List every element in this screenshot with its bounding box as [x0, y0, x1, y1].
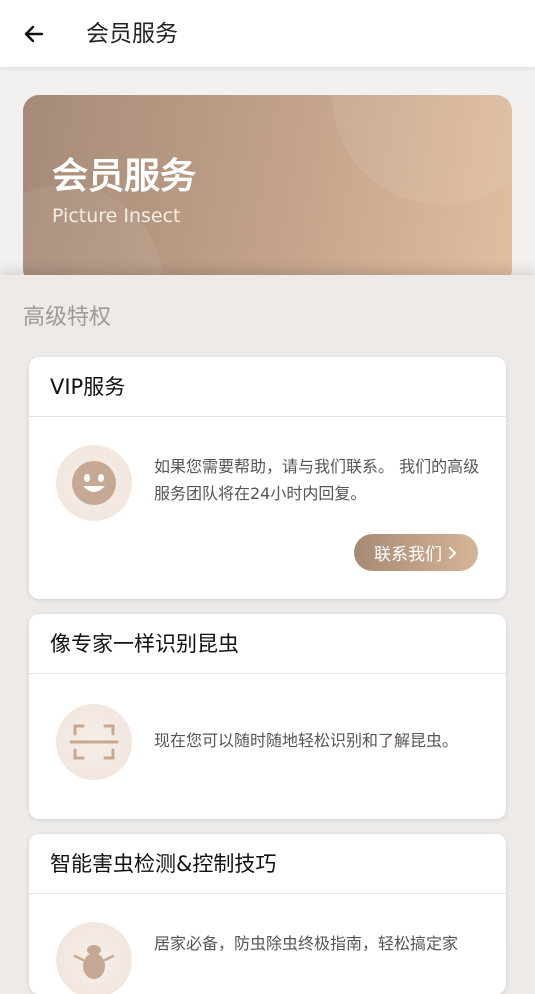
back-button[interactable] [18, 18, 50, 50]
privileges-sheet[interactable]: 高级特权 VIP服务 如果您需要帮助，请与我们联系。 我们的高级服务团队将在24… [0, 275, 535, 994]
scan-icon-badge [56, 704, 132, 780]
page-title: 会员服务 [86, 21, 178, 47]
vip-service-card: VIP服务 如果您需要帮助，请与我们联系。 我们的高级服务团队将在24小时内回复… [29, 357, 506, 599]
card-description: 居家必备，防虫除虫终极指南，轻松搞定家 [154, 934, 459, 953]
bug-icon [73, 945, 115, 979]
decorative-circle [23, 185, 163, 285]
hero-section: 会员服务 Picture Insect [0, 67, 535, 285]
card-title: VIP服务 [29, 357, 506, 417]
smiley-face-icon [72, 461, 116, 505]
insect-identification-card: 像专家一样识别昆虫 现在您可以随时随地轻松识别和了解昆虫。 [29, 614, 506, 819]
arrow-left-icon [24, 25, 44, 43]
top-app-bar: 会员服务 [0, 0, 535, 67]
bug-icon-badge [56, 922, 132, 994]
pest-control-card: 智能害虫检测&控制技巧 居家必备，防虫除虫终极指南，轻松搞定家 [29, 834, 506, 994]
scan-frame-icon [69, 724, 119, 760]
banner-title: 会员服务 [52, 156, 197, 197]
smiley-icon-badge [56, 445, 132, 521]
banner-subtitle: Picture Insect [52, 205, 181, 227]
contact-us-button[interactable]: 联系我们 [354, 534, 478, 571]
card-description: 如果您需要帮助，请与我们联系。 我们的高级服务团队将在24小时内回复。 [154, 457, 480, 503]
card-title: 智能害虫检测&控制技巧 [29, 834, 506, 894]
membership-banner: 会员服务 Picture Insect [23, 95, 512, 285]
chevron-right-icon [449, 546, 456, 559]
contact-us-label: 联系我们 [374, 545, 442, 565]
decorative-circle [332, 95, 512, 205]
card-description: 现在您可以随时随地轻松识别和了解昆虫。 [154, 731, 459, 750]
section-title: 高级特权 [23, 305, 112, 330]
card-title: 像专家一样识别昆虫 [29, 614, 506, 674]
